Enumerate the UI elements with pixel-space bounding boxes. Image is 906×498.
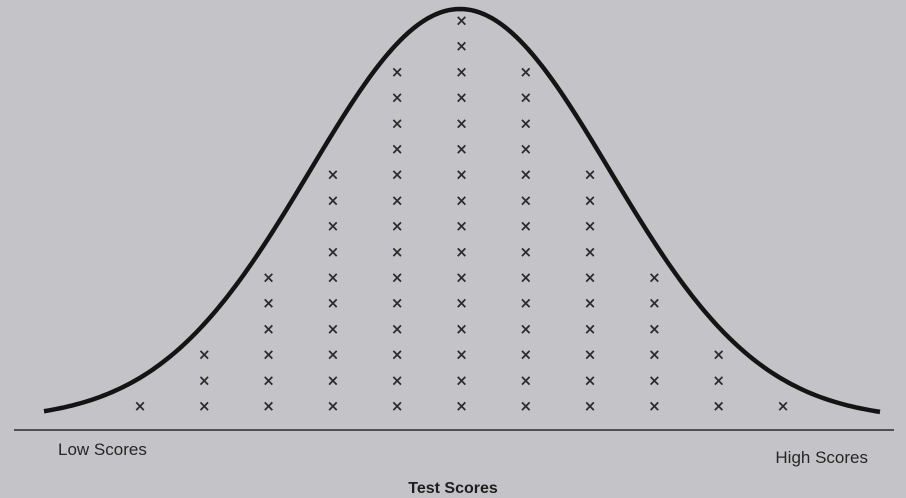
data-point-mark: × xyxy=(391,294,404,312)
data-point-mark: × xyxy=(198,397,211,415)
data-point-mark: × xyxy=(648,346,661,364)
data-point-mark: × xyxy=(391,346,404,364)
data-point-mark: × xyxy=(327,243,340,261)
data-point-mark: × xyxy=(455,371,468,389)
data-point-mark: × xyxy=(262,320,275,338)
data-point-mark: × xyxy=(777,397,790,415)
data-point-mark: × xyxy=(455,397,468,415)
data-point-mark: × xyxy=(262,397,275,415)
data-point-mark: × xyxy=(455,37,468,55)
data-point-mark: × xyxy=(712,371,725,389)
data-point-mark: × xyxy=(520,217,533,235)
data-point-mark: × xyxy=(455,294,468,312)
data-point-mark: × xyxy=(455,12,468,30)
data-point-mark: × xyxy=(455,114,468,132)
data-point-mark: × xyxy=(520,346,533,364)
data-point-mark: × xyxy=(584,294,597,312)
data-point-mark: × xyxy=(391,63,404,81)
data-point-mark: × xyxy=(198,346,211,364)
data-point-mark: × xyxy=(648,320,661,338)
data-point-mark: × xyxy=(262,371,275,389)
data-point-mark: × xyxy=(455,320,468,338)
data-point-mark: × xyxy=(712,397,725,415)
data-point-mark: × xyxy=(584,243,597,261)
data-point-mark: × xyxy=(712,346,725,364)
data-point-mark: × xyxy=(327,320,340,338)
data-point-mark: × xyxy=(262,269,275,287)
data-point-mark: × xyxy=(520,191,533,209)
low-scores-label: Low Scores xyxy=(58,440,147,459)
data-point-mark: × xyxy=(455,63,468,81)
data-point-mark: × xyxy=(262,294,275,312)
data-point-mark: × xyxy=(584,371,597,389)
data-point-mark: × xyxy=(520,166,533,184)
data-point-mark: × xyxy=(327,346,340,364)
data-point-mark: × xyxy=(520,320,533,338)
data-point-mark: × xyxy=(648,397,661,415)
data-point-mark: × xyxy=(327,397,340,415)
data-point-mark: × xyxy=(455,243,468,261)
data-point-mark: × xyxy=(520,397,533,415)
data-point-mark: × xyxy=(520,269,533,287)
data-point-mark: × xyxy=(391,320,404,338)
data-point-mark: × xyxy=(455,191,468,209)
x-axis-title: Test Scores xyxy=(408,480,498,497)
data-point-mark: × xyxy=(455,140,468,158)
data-point-mark: × xyxy=(648,294,661,312)
data-point-mark: × xyxy=(520,243,533,261)
data-point-mark: × xyxy=(391,114,404,132)
data-point-mark: × xyxy=(584,191,597,209)
data-point-mark: × xyxy=(327,371,340,389)
data-point-mark: × xyxy=(648,371,661,389)
data-point-mark: × xyxy=(327,191,340,209)
data-point-mark: × xyxy=(455,217,468,235)
data-point-mark: × xyxy=(520,294,533,312)
data-point-mark: × xyxy=(584,320,597,338)
data-point-mark: × xyxy=(327,294,340,312)
data-point-mark: × xyxy=(520,140,533,158)
data-point-mark: × xyxy=(391,397,404,415)
data-point-mark: × xyxy=(455,166,468,184)
data-point-mark: × xyxy=(391,89,404,107)
data-point-mark: × xyxy=(391,217,404,235)
data-point-mark: × xyxy=(262,346,275,364)
data-point-mark: × xyxy=(391,371,404,389)
data-point-mark: × xyxy=(134,397,147,415)
high-scores-label: High Scores xyxy=(775,448,868,467)
data-point-mark: × xyxy=(455,89,468,107)
data-point-mark: × xyxy=(455,346,468,364)
data-point-mark: × xyxy=(455,269,468,287)
data-point-mark: × xyxy=(648,269,661,287)
data-point-mark: × xyxy=(391,140,404,158)
data-point-mark: × xyxy=(520,371,533,389)
data-point-mark: × xyxy=(391,243,404,261)
data-point-mark: × xyxy=(327,166,340,184)
data-point-mark: × xyxy=(584,346,597,364)
data-point-mark: × xyxy=(584,269,597,287)
dot-plot-chart: × × × × × × × × × × × × × × × × × × × × × × × × × × × × × × × × × × × × × × × ×… xyxy=(14,6,894,431)
data-point-mark: × xyxy=(327,269,340,287)
data-point-mark: × xyxy=(584,397,597,415)
data-point-mark: × xyxy=(520,89,533,107)
data-point-mark: × xyxy=(391,269,404,287)
data-point-mark: × xyxy=(520,63,533,81)
data-point-mark: × xyxy=(391,191,404,209)
data-point-mark: × xyxy=(391,166,404,184)
data-point-mark: × xyxy=(520,114,533,132)
data-point-mark: × xyxy=(327,217,340,235)
data-point-mark: × xyxy=(584,166,597,184)
data-point-mark: × xyxy=(584,217,597,235)
data-point-mark: × xyxy=(198,371,211,389)
data-marks: × × × × × × × × × × × × × × × × × × × × × × × × × × × × × × × × × × × × × × × ×… xyxy=(134,12,790,416)
